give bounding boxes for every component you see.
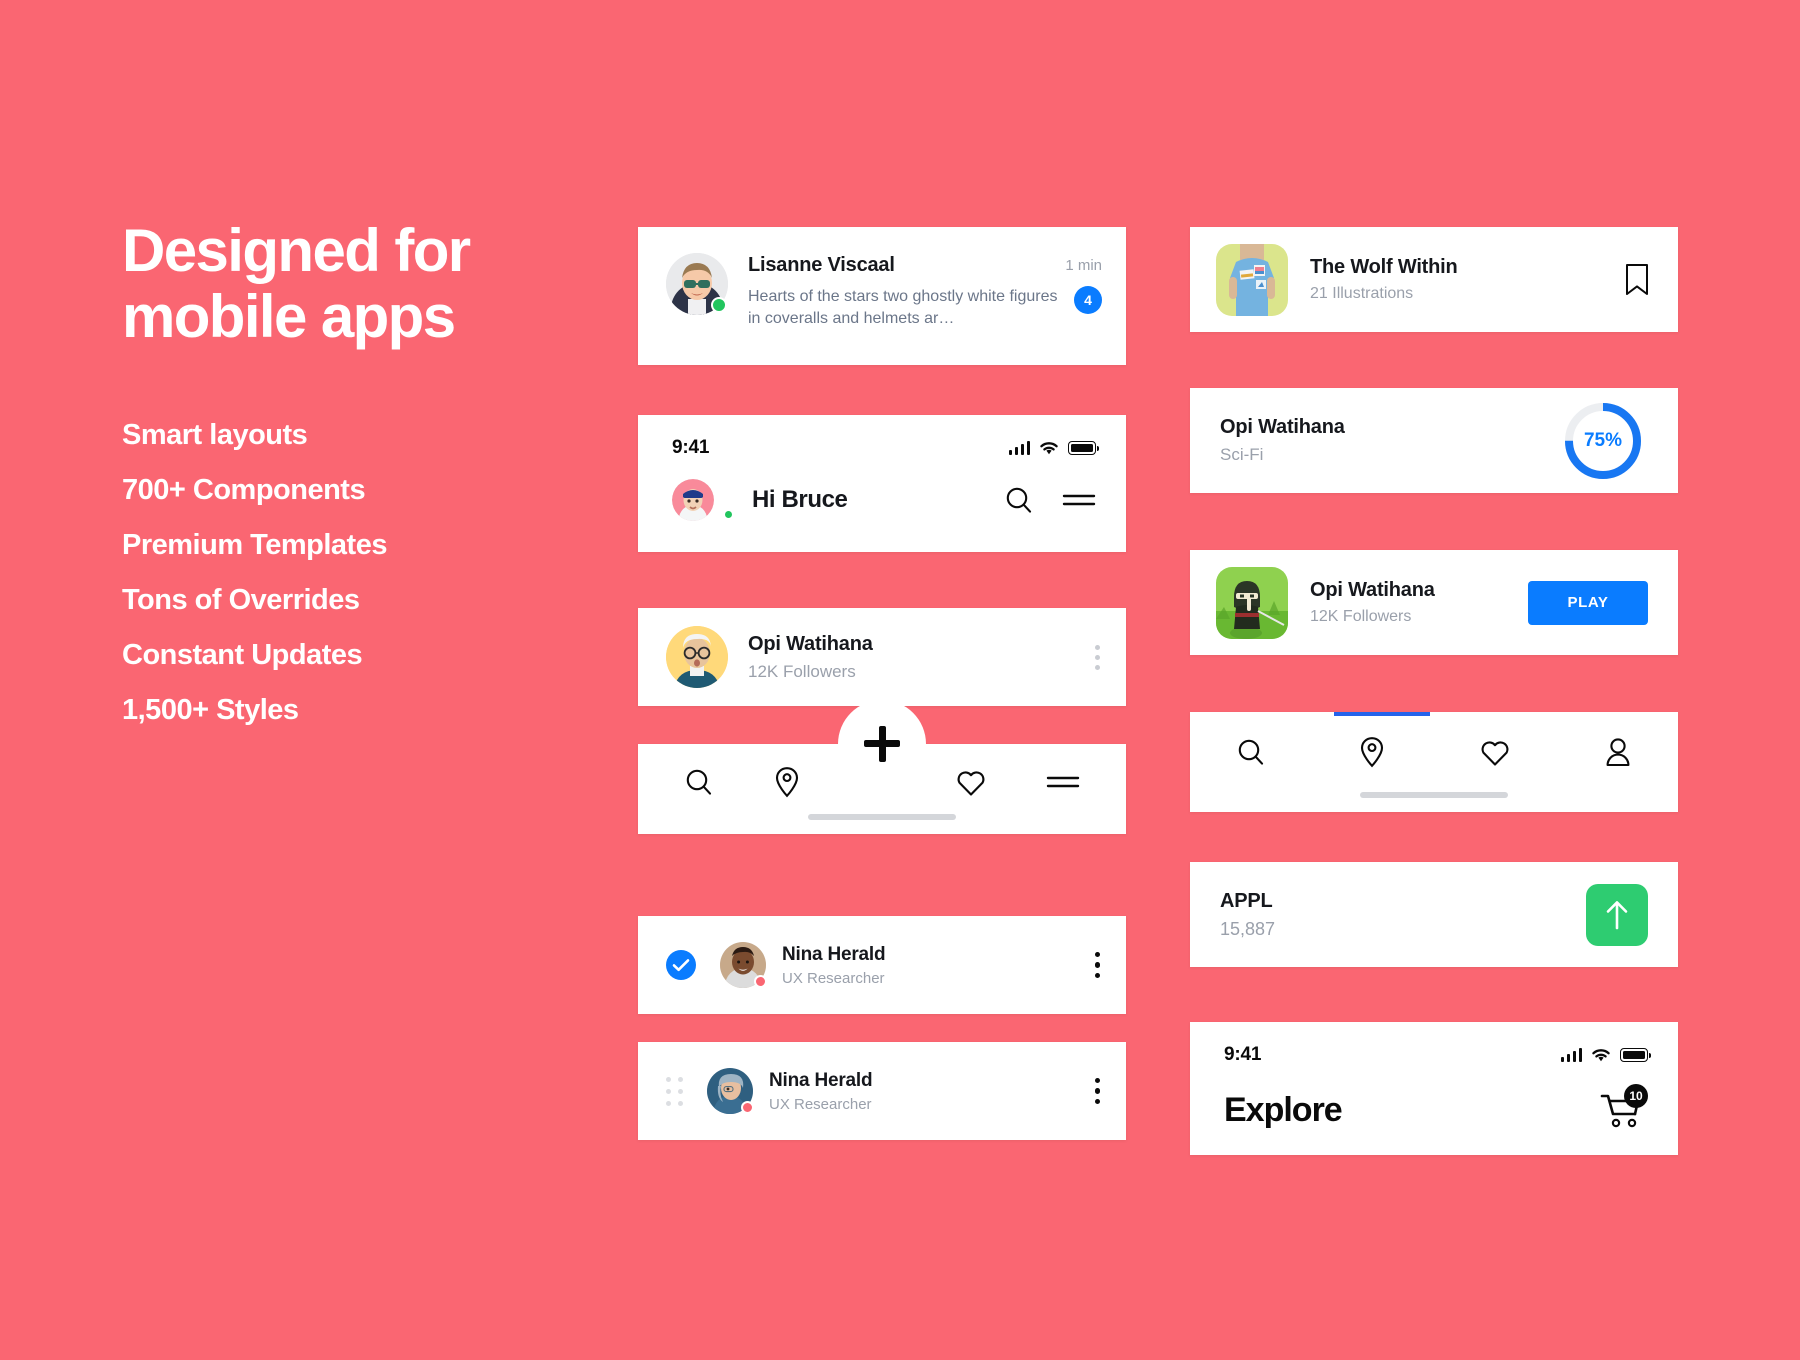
wifi-icon — [1040, 441, 1058, 454]
online-status-dot — [723, 509, 734, 520]
list-item-name: Nina Herald — [769, 1069, 873, 1091]
search-icon[interactable] — [1004, 485, 1034, 515]
tabbar-with-fab — [638, 700, 1126, 834]
thumbnail-ninja-game — [1216, 566, 1288, 639]
status-bar-time: 9:41 — [1224, 1044, 1262, 1065]
wifi-icon — [1592, 1048, 1610, 1061]
feature-item: Smart layouts — [122, 419, 308, 451]
explore-header-card: 9:41 Explore 10 — [1190, 1022, 1678, 1155]
unread-badge: 4 — [1074, 286, 1102, 314]
feature-item: Premium Templates — [122, 529, 387, 561]
explore-title: Explore — [1224, 1090, 1343, 1129]
bookmark-icon[interactable] — [1624, 263, 1650, 297]
progress-percent-label: 75% — [1583, 429, 1623, 451]
message-preview-text: Hearts of the stars two ghostly white fi… — [748, 288, 1058, 327]
avatar — [707, 1068, 754, 1114]
greeting-title: Hi Bruce — [752, 486, 848, 513]
game-card[interactable]: Opi Watihana 12K Followers PLAY — [1190, 550, 1678, 655]
message-timestamp: 1 min — [1065, 257, 1102, 274]
app-header-card: 9:41 Hi Bruce — [638, 415, 1126, 552]
status-bar: 9:41 — [638, 415, 1126, 459]
hamburger-icon[interactable] — [1062, 489, 1096, 511]
plus-icon — [864, 726, 900, 762]
tabbar — [1190, 712, 1678, 812]
book-thumbnail — [1216, 243, 1288, 316]
status-bar: 9:41 — [1190, 1022, 1678, 1066]
game-followers: 12K Followers — [1310, 608, 1412, 625]
feature-item: Constant Updates — [122, 639, 363, 671]
battery-icon — [1620, 1048, 1652, 1062]
promo-block: Designed for mobile apps Smart layouts 7… — [122, 218, 582, 738]
tab-hamburger-icon[interactable] — [1046, 771, 1080, 793]
avatar-photo-opi — [666, 626, 728, 688]
tab-location-pin-icon[interactable] — [1359, 736, 1385, 768]
kebab-menu-icon[interactable] — [1095, 644, 1100, 670]
check-icon — [672, 959, 690, 972]
checkmark-circle-icon[interactable] — [666, 950, 696, 980]
kebab-menu-icon[interactable] — [1094, 951, 1100, 979]
message-card[interactable]: Lisanne Viscaal Hearts of the stars two … — [638, 227, 1126, 365]
stock-trend-button[interactable] — [1586, 883, 1648, 946]
feature-item: 700+ Components — [122, 474, 366, 506]
tab-heart-icon[interactable] — [955, 768, 987, 797]
tab-search-icon[interactable] — [684, 767, 714, 797]
avatar[interactable] — [672, 479, 734, 521]
thumbnail-the-wolf-within — [1216, 243, 1288, 316]
tab-heart-icon[interactable] — [1479, 738, 1511, 767]
add-fab-button[interactable] — [838, 700, 926, 788]
cart-button[interactable]: 10 — [1600, 1084, 1648, 1130]
avatar — [666, 626, 728, 688]
feature-item: Tons of Overrides — [122, 584, 360, 616]
progress-card[interactable]: Opi Watihana Sci-Fi 75% — [1190, 388, 1678, 493]
feature-item: 1,500+ Styles — [122, 694, 299, 726]
progress-subtitle: Sci-Fi — [1220, 445, 1264, 464]
list-item-role: UX Researcher — [782, 969, 885, 987]
message-sender-name: Lisanne Viscaal — [748, 254, 895, 276]
avatar-photo-bruce — [672, 479, 714, 521]
progress-ring: 75% — [1562, 400, 1644, 482]
avatar — [666, 253, 728, 315]
stock-card[interactable]: APPL 15,887 — [1190, 862, 1678, 967]
battery-icon — [1068, 441, 1100, 455]
profile-row-card[interactable]: Opi Watihana 12K Followers — [638, 608, 1126, 706]
stock-value: 15,887 — [1220, 918, 1276, 939]
poster-canvas: Designed for mobile apps Smart layouts 7… — [0, 0, 1800, 1360]
feature-list: Smart layouts 700+ Components Premium Te… — [122, 408, 582, 738]
book-subtitle: 21 Illustrations — [1310, 285, 1414, 302]
book-title: The Wolf Within — [1310, 256, 1458, 278]
game-title: Opi Watihana — [1310, 579, 1435, 601]
status-bar-time: 9:41 — [672, 437, 710, 458]
avatar — [720, 942, 767, 988]
busy-status-dot — [741, 1101, 754, 1114]
tab-location-pin-icon[interactable] — [774, 766, 800, 798]
list-item-name: Nina Herald — [782, 943, 886, 965]
play-button[interactable]: PLAY — [1528, 580, 1648, 625]
progress-title: Opi Watihana — [1220, 416, 1345, 438]
profile-followers: 12K Followers — [748, 661, 856, 681]
profile-name: Opi Watihana — [748, 632, 873, 655]
game-thumbnail — [1216, 566, 1288, 639]
arrow-up-icon — [1606, 900, 1628, 929]
tab-search-icon[interactable] — [1236, 737, 1266, 767]
kebab-menu-icon[interactable] — [1094, 1077, 1100, 1105]
tab-person-icon[interactable] — [1604, 737, 1632, 767]
active-tab-indicator — [1334, 712, 1430, 716]
home-indicator — [1360, 792, 1508, 798]
busy-status-dot — [754, 975, 767, 988]
online-status-dot — [711, 297, 727, 313]
stock-symbol: APPL — [1220, 889, 1273, 912]
drag-handle-icon[interactable] — [666, 1076, 683, 1106]
list-item[interactable]: Nina Herald UX Researcher — [638, 1042, 1126, 1140]
list-item-role: UX Researcher — [769, 1095, 872, 1113]
book-card[interactable]: The Wolf Within 21 Illustrations — [1190, 227, 1678, 332]
cart-count-badge: 10 — [1624, 1084, 1648, 1108]
list-item[interactable]: Nina Herald UX Researcher — [638, 916, 1126, 1014]
page-title: Designed for mobile apps — [122, 217, 471, 350]
cellular-signal-icon — [1008, 441, 1030, 455]
cellular-signal-icon — [1560, 1048, 1582, 1062]
home-indicator — [808, 814, 956, 820]
